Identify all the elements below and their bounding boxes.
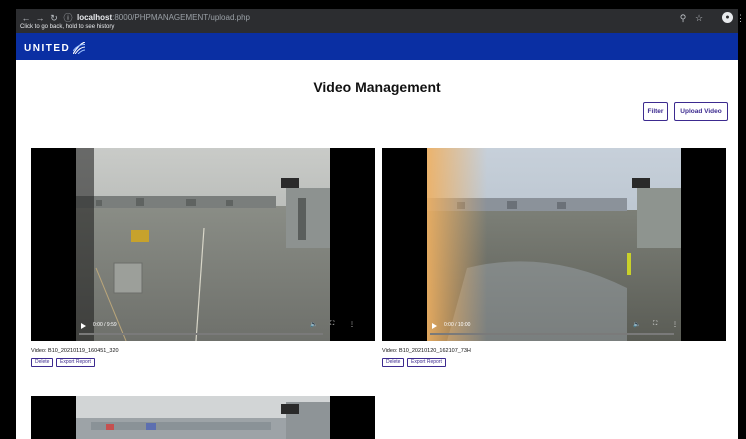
more-options-icon[interactable]: ⋮ [349, 321, 355, 328]
reload-icon[interactable]: ↻ [49, 13, 59, 23]
filter-button[interactable]: Filter [643, 102, 668, 121]
browser-toolbar: ← → ↻ ⓘ localhost:8000/PHPMANAGEMENT/upl… [16, 9, 745, 33]
export-report-button-2[interactable]: Export Report [407, 358, 446, 367]
video-controls-2: 0:00 / 10:00 🔈 ⛶ ⋮ [382, 317, 726, 341]
screen: ← → ↻ ⓘ localhost:8000/PHPMANAGEMENT/upl… [0, 0, 746, 439]
address-bar[interactable]: localhost:8000/PHPMANAGEMENT/upload.php [77, 12, 250, 23]
video-controls-1: 0:00 / 9:59 🔈 ⛶ ⋮ [31, 317, 375, 341]
url-host: localhost [77, 13, 113, 22]
video-frame-1 [76, 148, 330, 341]
video-frame-3 [76, 396, 330, 439]
video-time-1: 0:00 / 9:59 [93, 322, 117, 328]
video-player-3[interactable] [31, 396, 375, 439]
progress-bar-2[interactable] [430, 333, 674, 335]
delete-button-1[interactable]: Delete [31, 358, 54, 367]
video-frame-2 [427, 148, 681, 341]
forward-arrow-icon[interactable]: → [35, 13, 45, 23]
more-options-icon[interactable]: ⋮ [672, 321, 678, 328]
page: UNITED Video Management Filter Upload Vi… [16, 33, 738, 439]
page-title: Video Management [313, 79, 441, 95]
video-time-2: 0:00 / 10:00 [444, 322, 471, 328]
volume-icon[interactable]: 🔈 [310, 321, 317, 328]
back-button-tooltip: Click to go back, hold to see history [20, 24, 115, 30]
globe-icon [73, 42, 86, 54]
video-caption-1: Video: B10_20210119_160451_320 [31, 348, 119, 354]
play-icon[interactable] [81, 323, 86, 329]
site-header: UNITED [16, 33, 738, 60]
logo-text: UNITED [24, 42, 71, 54]
url-path: :8000/PHPMANAGEMENT/upload.php [112, 13, 250, 22]
fullscreen-icon[interactable]: ⛶ [653, 321, 657, 328]
video-caption-2: Video: B10_20210120_162107_73H [382, 348, 471, 354]
zoom-icon[interactable]: ⚲ [678, 13, 688, 23]
progress-bar-1[interactable] [79, 333, 323, 335]
export-report-button-1[interactable]: Export Report [56, 358, 95, 367]
profile-icon[interactable]: ● [722, 12, 733, 23]
video-player-2[interactable]: 0:00 / 10:00 🔈 ⛶ ⋮ [382, 148, 726, 341]
fullscreen-icon[interactable]: ⛶ [330, 321, 334, 328]
back-arrow-icon[interactable]: ← [21, 13, 31, 23]
video-player-1[interactable]: 0:00 / 9:59 🔈 ⛶ ⋮ [31, 148, 375, 341]
united-logo[interactable]: UNITED [24, 42, 86, 54]
play-icon[interactable] [432, 323, 437, 329]
volume-icon[interactable]: 🔈 [633, 321, 640, 328]
menu-dots-icon[interactable]: ⋮ [736, 13, 745, 23]
delete-button-2[interactable]: Delete [382, 358, 405, 367]
upload-video-button[interactable]: Upload Video [674, 102, 728, 121]
star-icon[interactable]: ☆ [694, 13, 704, 23]
info-icon[interactable]: ⓘ [63, 13, 73, 23]
